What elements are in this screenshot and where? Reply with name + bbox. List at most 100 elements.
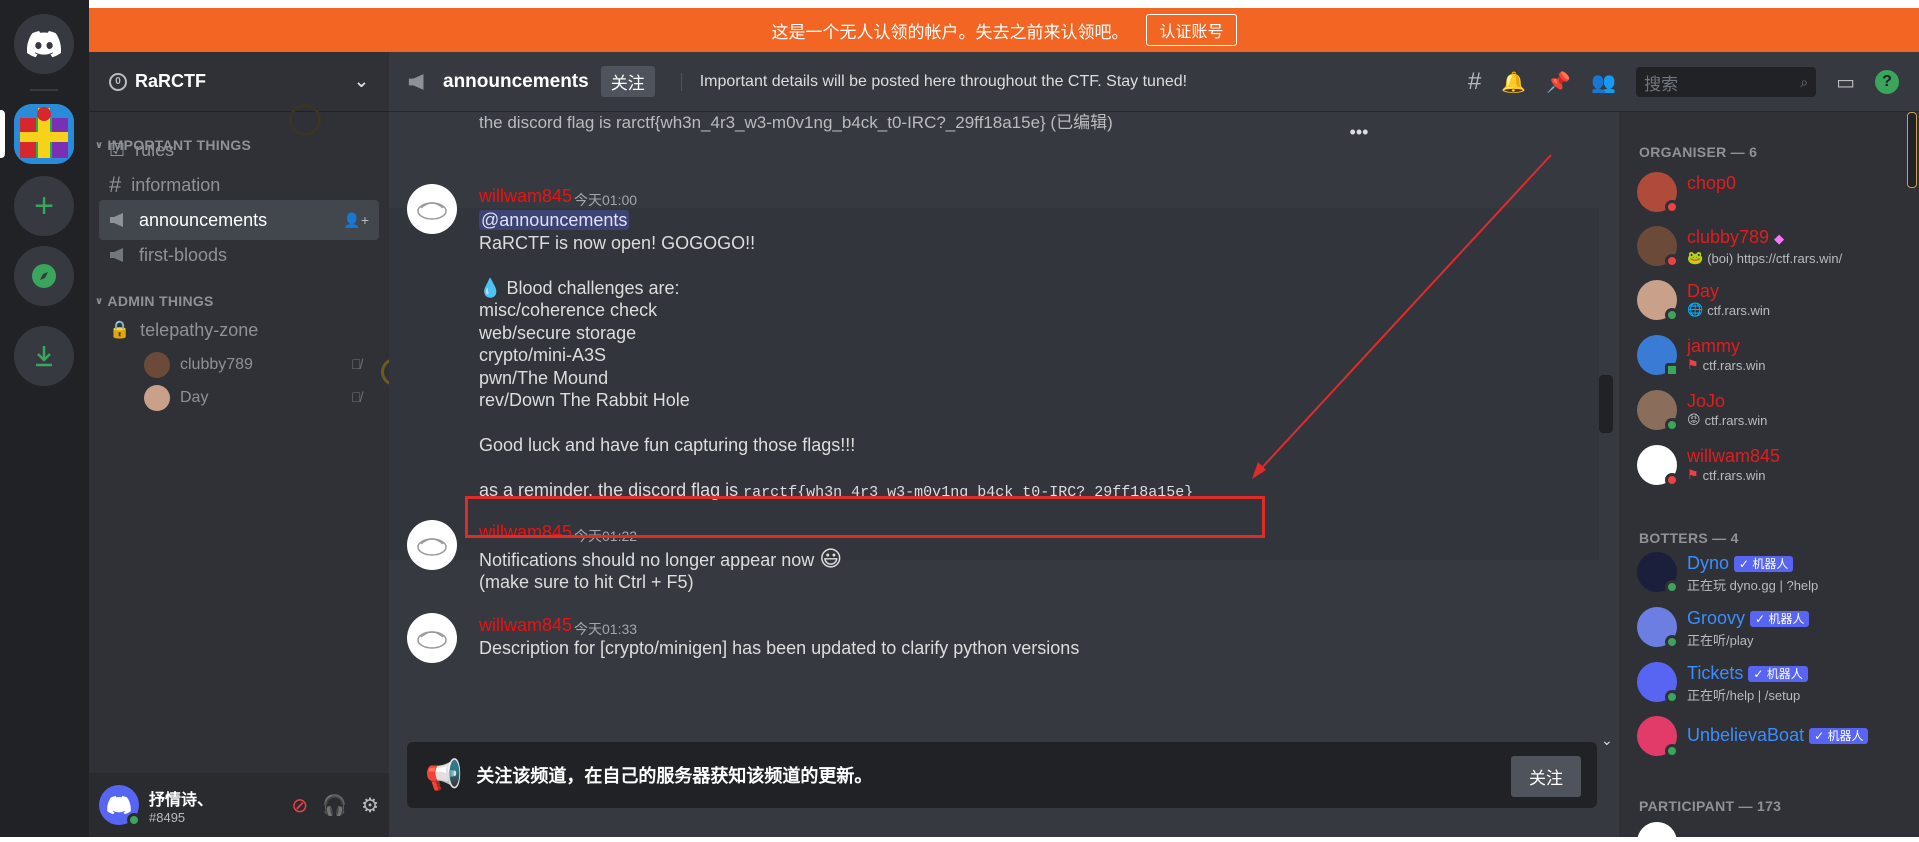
message-line: pwn/The Mound xyxy=(479,368,609,388)
avatar xyxy=(1637,280,1679,322)
more-options-icon[interactable]: ••• xyxy=(1344,118,1374,146)
member-status-text: ctf.rars.win xyxy=(1702,357,1766,373)
voice-user-clubby789[interactable]: clubby789 xyxy=(144,352,253,378)
member-tickets[interactable]: Tickets ✓ 机器人 正在听/help | /setup xyxy=(1637,662,1808,704)
channel-name: announcements xyxy=(443,70,589,92)
flag-highlight-box xyxy=(465,496,1265,538)
user-info: 抒情诗、 #8495 xyxy=(149,786,213,825)
online-status-dot xyxy=(1665,580,1679,594)
member-dyno[interactable]: Dyno ✓ 机器人 正在玩 dyno.gg | ?help xyxy=(1637,552,1818,594)
author-avatar[interactable] xyxy=(407,613,457,663)
gear-icon[interactable]: ⚙ xyxy=(361,793,379,818)
role-mention[interactable]: @announcements xyxy=(479,210,630,230)
channel-topic[interactable]: Important details will be posted here th… xyxy=(680,72,1187,91)
member-status: 正在听/play xyxy=(1687,633,1754,649)
unclaimed-account-banner: 这是一个无人认领的帐户。失去之前来认领吧。 认证账号 xyxy=(89,8,1919,52)
member-name: UnbelievaBoat ✓ 机器人 xyxy=(1687,724,1869,747)
mute-mic-icon[interactable]: ⊘ xyxy=(291,793,308,818)
member-name-text: Groovy xyxy=(1687,608,1746,628)
user-avatar[interactable] xyxy=(99,785,141,827)
status-emoji-icon: 🐸 xyxy=(1687,250,1704,265)
member-jojo[interactable]: JoJo 😡 ctf.rars.win xyxy=(1637,390,1767,432)
dnd-status-dot xyxy=(1665,254,1679,268)
member-status: 😡 ctf.rars.win xyxy=(1687,412,1767,428)
author-avatar[interactable] xyxy=(407,520,457,570)
channel-label: rules xyxy=(135,139,175,160)
inbox-icon[interactable]: ▭ xyxy=(1836,70,1855,95)
user-panel: 抒情诗、 #8495 ⊘ 🎧 ⚙ xyxy=(89,773,389,837)
member-list-icon[interactable]: 👥 xyxy=(1591,70,1616,95)
author-name[interactable]: willwam845 xyxy=(479,615,572,636)
author-avatar[interactable] xyxy=(407,184,457,234)
member-status: 正在听/help | /setup xyxy=(1687,688,1801,704)
explore-servers-button[interactable] xyxy=(14,246,74,306)
member-scrollbar-thumb[interactable] xyxy=(1907,112,1917,188)
mobile-status-icon xyxy=(1665,363,1679,377)
member-name: Day xyxy=(1687,281,1720,301)
channel-first-bloods[interactable]: first-bloods xyxy=(99,235,379,275)
avatar xyxy=(1637,172,1679,214)
avatar xyxy=(1637,822,1677,842)
follow-channel-tag[interactable]: 关注 xyxy=(600,66,655,97)
member-day[interactable]: Day 🌐 ctf.rars.win xyxy=(1637,280,1770,322)
timestamp: 今天01:00 xyxy=(574,192,638,208)
scroll-down-icon[interactable]: ⌄ xyxy=(1601,732,1613,749)
megaphone-icon xyxy=(110,248,123,262)
online-status-dot xyxy=(1665,744,1679,758)
voice-user-name: Day xyxy=(180,389,209,406)
member-groovy[interactable]: Groovy ✓ 机器人 正在听/play xyxy=(1637,607,1810,649)
message-text: Notifications should no longer appear no… xyxy=(479,550,815,570)
pin-icon[interactable]: 📌 xyxy=(1546,70,1571,95)
help-icon[interactable]: ? xyxy=(1875,70,1899,94)
smiley-emoji-icon: 😃 xyxy=(819,546,843,571)
chevron-down-icon: ∨ xyxy=(95,295,104,307)
avatar xyxy=(144,352,170,378)
author-name[interactable]: willwam845 xyxy=(479,186,572,207)
member-clubby789[interactable]: clubby789 ◆ 🐸 (boi) https://ctf.rars.win/ xyxy=(1637,226,1842,268)
channel-rules[interactable]: ☑ rules xyxy=(99,130,379,170)
message-line: @announcements xyxy=(479,210,630,231)
add-server-button[interactable]: + xyxy=(14,176,74,236)
channel-information[interactable]: # information xyxy=(99,165,379,205)
home-button[interactable] xyxy=(14,14,74,74)
muted-mic-icon: 🎙̸ xyxy=(351,389,362,405)
message-list: the discord flag is rarctf{wh3n_4r3_w3-m… xyxy=(389,112,1599,737)
member-jammy[interactable]: jammy ⚑ ctf.rars.win xyxy=(1637,335,1766,377)
category-admin-things[interactable]: ∨ ADMIN THINGS xyxy=(95,293,214,309)
compass-icon xyxy=(32,264,56,288)
follow-button[interactable]: 关注 xyxy=(1511,756,1581,797)
member-name: willwam845 xyxy=(1687,446,1781,466)
member-chop0[interactable]: chop0 xyxy=(1637,172,1736,214)
bell-icon[interactable]: 🔔 xyxy=(1501,70,1526,95)
server-verified-icon: 0 xyxy=(109,72,127,91)
bot-tag: ✓ 机器人 xyxy=(1734,556,1794,573)
member-group-label: ORGANISER — 6 xyxy=(1639,144,1758,160)
search-icon: ⌕ xyxy=(1800,73,1809,90)
add-member-icon[interactable]: 👤+ xyxy=(343,212,369,229)
message-line: Notifications should no longer appear no… xyxy=(479,546,842,572)
server-rarctf-icon[interactable] xyxy=(14,104,74,164)
headphones-icon[interactable]: 🎧 xyxy=(322,793,347,818)
search-input[interactable]: 搜索 ⌕ xyxy=(1636,67,1817,97)
download-apps-button[interactable] xyxy=(14,326,74,386)
blood-drop-icon: 💧 xyxy=(479,278,502,298)
voice-user-day[interactable]: Day xyxy=(144,385,208,411)
online-status-dot xyxy=(1665,635,1679,649)
avatar xyxy=(1637,445,1679,487)
member-status: 🐸 (boi) https://ctf.rars.win/ xyxy=(1687,250,1842,266)
channel-sidebar: 0 RaRCTF ⌄ ∨ IMPORTANT THINGS ☑ rules # … xyxy=(89,52,409,837)
message-line: crypto/mini-A3S xyxy=(479,345,607,365)
message-line: web/secure storage xyxy=(479,323,637,343)
member-unbelievaboat[interactable]: UnbelievaBoat ✓ 机器人 xyxy=(1637,716,1869,758)
chat-scrollbar-thumb[interactable] xyxy=(1599,375,1613,433)
globe-icon: 🌐 xyxy=(1687,302,1704,317)
avatar xyxy=(1637,607,1679,649)
claim-account-button[interactable]: 认证账号 xyxy=(1146,14,1237,46)
channel-announcements[interactable]: announcements 👤+ xyxy=(99,200,379,240)
download-icon xyxy=(36,346,52,367)
avatar-sketch-icon xyxy=(417,202,447,220)
server-header[interactable]: 0 RaRCTF ⌄ xyxy=(89,52,389,112)
channel-telepathy-zone[interactable]: 🔒 telepathy-zone xyxy=(99,310,379,350)
threads-icon[interactable]: # xyxy=(1468,68,1481,96)
member-willwam845[interactable]: willwam845 ⚑ ctf.rars.win xyxy=(1637,445,1781,487)
